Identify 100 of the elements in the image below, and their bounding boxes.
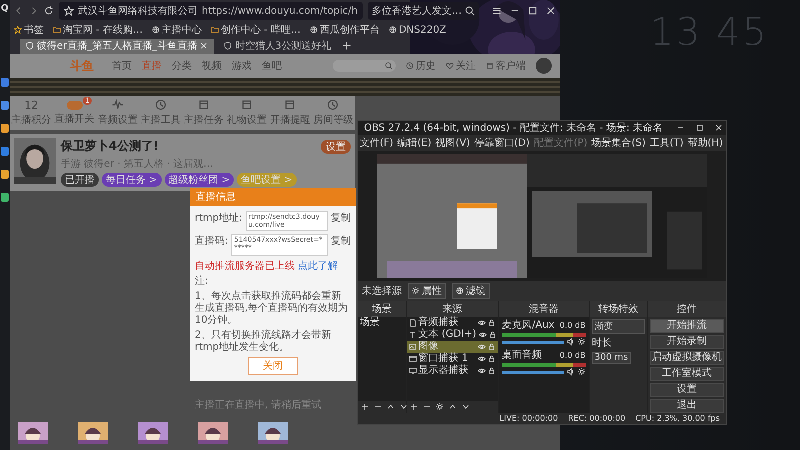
control-button[interactable]: 启动虚拟摄像机 [650,351,724,365]
search-field[interactable]: 多位香港艺人发文… [368,2,479,20]
bookmark[interactable]: 淘宝网 - 在线购… [53,23,143,37]
star-icon [14,26,22,34]
menu-item[interactable]: 编辑(E) [398,136,432,150]
eye-icon [478,343,486,351]
field-label: rtmp地址: [195,212,242,225]
site-search-field[interactable] [333,60,396,72]
globe-icon [456,287,464,295]
menu-item[interactable]: 停靠窗口(D) [474,136,530,150]
source-item[interactable]: 文本 (GDI+) [406,329,498,341]
up-chevron-icon [448,403,457,411]
control-button[interactable]: 开始推流 [650,319,724,333]
globe-icon [152,26,160,34]
channel-name: 桌面音频 [502,348,542,362]
source-item[interactable]: 图像 [406,341,498,353]
status-text: REC: 00:00:00 [568,414,626,423]
menu-item[interactable]: 视图(V) [436,136,470,150]
status-text: CPU: 2.3%, 30.00 fps [636,414,720,423]
refresh-icon [44,6,54,16]
menu-item[interactable]: 文件(F) [360,136,394,150]
duration-field[interactable]: 300 ms [592,352,632,364]
app-icon[interactable] [1,170,9,179]
app-icon[interactable] [1,78,9,87]
toolbar-button[interactable]: 滤镜 [452,283,490,299]
room-tag[interactable]: 已开播 [61,173,99,187]
bookmark[interactable]: 主播中心 [152,23,202,37]
transition-dropdown[interactable]: 渐变 [592,319,646,334]
bookmark[interactable]: 创作中心 - 哔哩… [210,23,301,37]
duration-label: 时长 [592,336,612,350]
source-item[interactable]: 音频捕获 [406,317,498,329]
close-icon [546,6,556,16]
browser-tab[interactable]: 彼得er直播_第五人格直播_斗鱼直播 [20,38,214,54]
learn-more-link[interactable]: 点此了解 [298,259,338,273]
avatar[interactable] [536,58,552,74]
app-icon[interactable] [1,124,9,133]
selected-source-label: 未选择源 [362,284,402,298]
menu-item[interactable]: 工具(T) [650,136,684,150]
bookmark[interactable]: 书签 [14,23,44,37]
window-icon [408,355,417,363]
folder-icon [53,26,61,34]
volume-slider[interactable] [502,370,564,374]
document-icon [408,319,417,327]
room-tag[interactable]: 每日任务 > [102,173,162,187]
volume-slider[interactable] [502,340,564,344]
tab-title: 彼得er直播_第五人格直播_斗鱼直播 [37,40,198,53]
room-tag[interactable]: 超级粉丝团 > [164,173,234,187]
copy-link[interactable]: 复制 [331,234,351,248]
points-count: 12 [24,100,39,110]
app-icon[interactable] [1,193,9,202]
copy-link[interactable]: 复制 [331,211,351,225]
eye-icon [478,319,486,327]
shield-icon [26,42,34,50]
control-button[interactable]: 工作室模式 [650,367,724,381]
bookmark[interactable]: DNS220Z [388,24,446,36]
dock-title: 转场特效 [590,301,648,317]
clock-icon [406,62,414,70]
control-button[interactable]: 设置 [650,383,724,397]
eye-icon [478,367,486,375]
status-note: 主播正在直播中, 请稍后重试 [195,398,322,412]
text-icon [408,331,417,339]
menu-item[interactable]: 帮助(H) [688,136,724,150]
speaker-icon [566,338,575,346]
site-name: 武汉斗鱼网络科技有限公司 [78,4,198,18]
app-icon[interactable] [1,147,9,156]
app-icon[interactable] [1,101,9,110]
settings-icon [578,368,586,376]
volume-reading: 0.0 dB [560,320,586,330]
toolbar-button[interactable]: 属性 [408,283,446,299]
globe-icon [388,26,397,34]
tab-title: 时空猎人3公测送好礼 [235,40,332,53]
search-icon [385,62,393,70]
heart-icon [446,62,454,70]
window-title: OBS 27.2.4 (64-bit, windows) - 配置文件: 未命名 - 场景: 未命名 [364,122,663,135]
dock-title: 来源 [406,301,498,317]
dialog-title: 直播信息 [190,188,356,206]
source-item[interactable]: 显示器捕获 [406,365,498,377]
browser-tab[interactable]: 时空猎人3公测送好礼 [218,38,338,54]
scene-item[interactable]: 场景 [358,317,406,329]
control-button[interactable]: 退出 [650,399,724,413]
address-bar[interactable]: 武汉斗鱼网络科技有限公司 https://www.douyu.com/topic/h [59,2,363,20]
menu-item[interactable]: 场景集合(S) [592,136,646,150]
plus-icon [410,403,418,411]
maximize-icon [696,124,704,132]
maximize-icon [528,6,538,16]
settings-button[interactable]: 设置 [321,140,351,154]
toggle-switch[interactable] [66,100,83,110]
close-icon [200,42,208,50]
app-letter[interactable]: Q [1,4,9,14]
globe-icon [310,26,318,34]
eye-icon [478,355,486,363]
bookmark[interactable]: 西瓜创作平台 [310,23,380,37]
search-icon [464,6,475,16]
settings-icon [412,287,420,295]
close-icon [715,124,723,132]
source-item[interactable]: 窗口捕获 1 [406,353,498,365]
eye-icon [478,331,486,339]
status-text: LIVE: 00:00:00 [500,414,558,423]
clock-icon [154,99,167,111]
control-button[interactable]: 开始录制 [650,335,724,349]
